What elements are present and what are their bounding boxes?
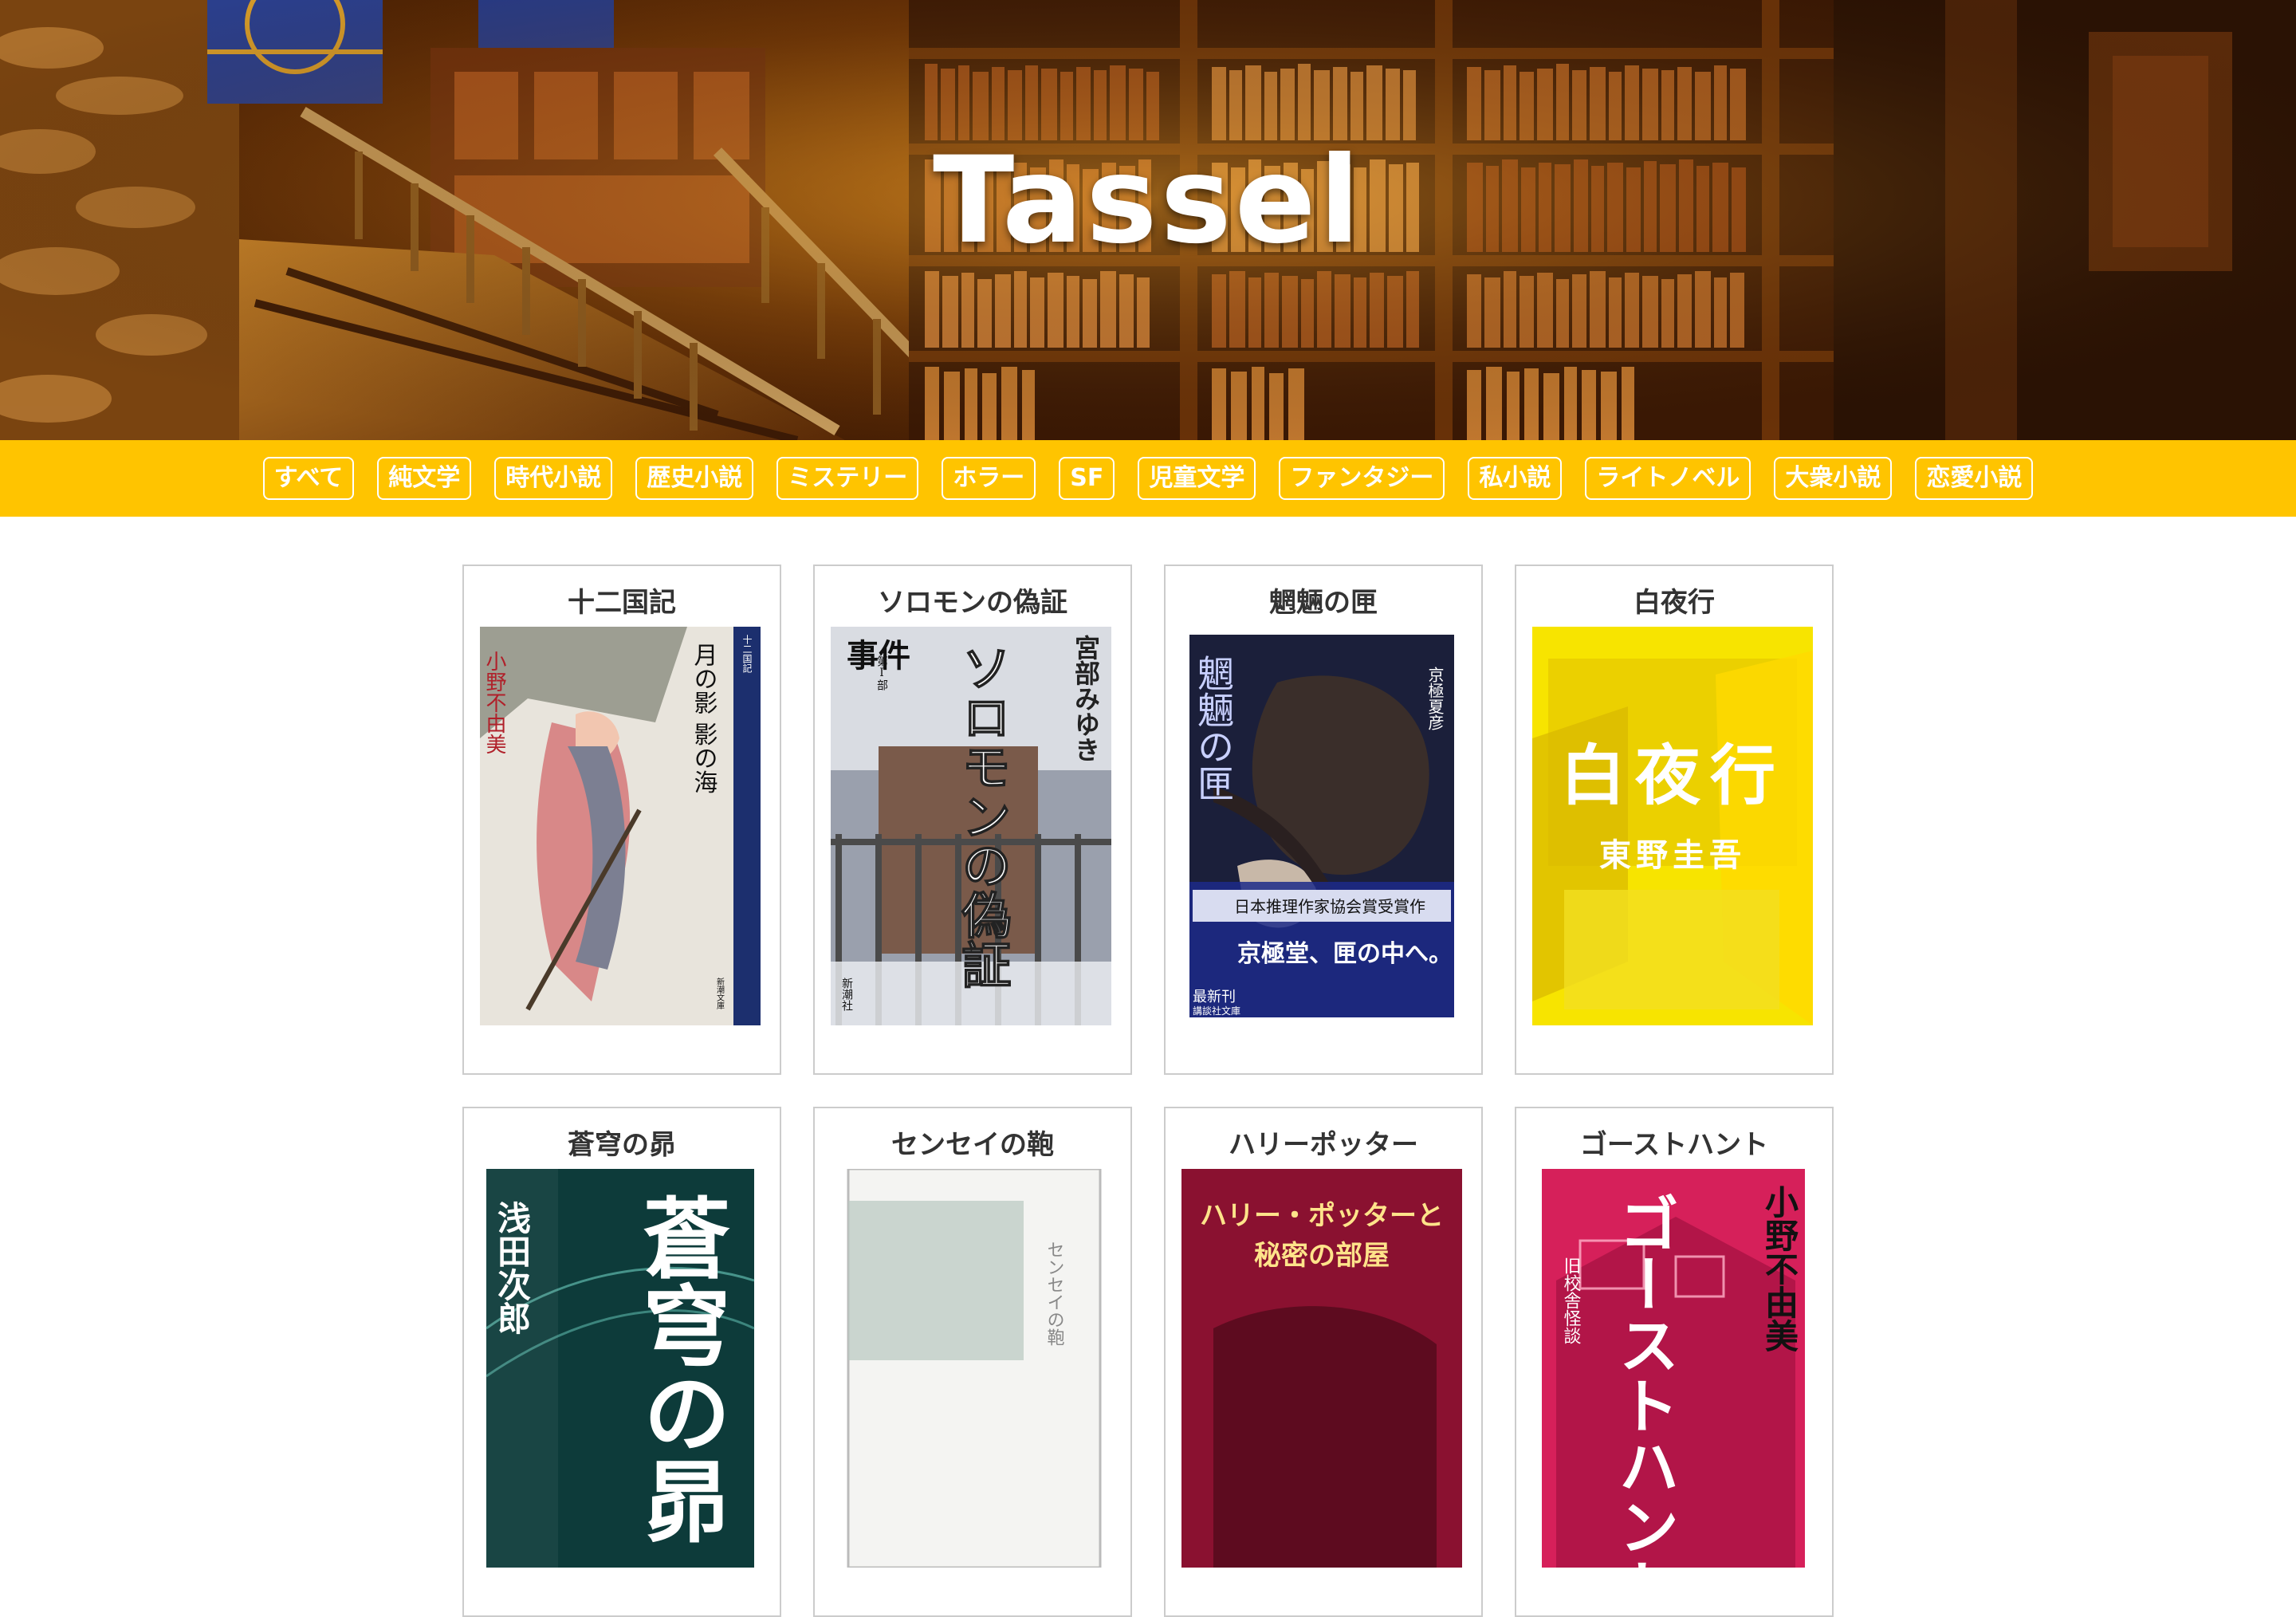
book-title: 白夜行 [1634,587,1715,619]
book-title: ソロモンの偽証 [878,587,1067,619]
book-cover: センセイの鞄 [831,1169,1111,1568]
cover-text: 白夜行 [1560,738,1785,814]
cover-text: 第Ⅰ部 [875,655,888,690]
category-sf[interactable]: SF [1059,457,1115,500]
category-i-novel[interactable]: 私小説 [1468,457,1563,500]
cover-text: 魍魎の匣 [1192,655,1235,801]
cover-text: 小野不由美 [482,651,506,754]
book-cover: ゴーストハント 小野不由美 旧校舎怪談 [1532,1169,1813,1568]
category-period-novel[interactable]: 時代小説 [494,457,613,500]
book-card[interactable]: 蒼穹の昴 浅田次郎 蒼穹の昴 [462,1107,781,1617]
book-title: 十二国記 [568,587,676,619]
book-title: 蒼穹の昴 [568,1129,676,1161]
hero-banner: Tassel [0,0,2296,440]
category-horror[interactable]: ホラー [942,457,1036,500]
category-childrens-literature[interactable]: 児童文学 [1138,457,1256,500]
category-historical-novel[interactable]: 歴史小説 [635,457,754,500]
cover-text: 小野不由美 [1760,1185,1799,1352]
book-cover: ソロモンの偽証 宮部みゆき 事件 第Ⅰ部 新潮社 [831,627,1111,1025]
cover-text: ゴーストハント [1609,1193,1680,1568]
category-light-novel[interactable]: ライトノベル [1585,457,1751,500]
book-grid: 十二国記 月の影 影の海 小野不由美 十二国記 新潮文庫 ソロモンの偽証 ソロモ… [462,565,1834,1617]
cover-text: ソロモンの偽証 [953,643,1012,989]
cover-text: 浅田次郎 [493,1201,532,1335]
cover-text: ハリー・ポッターと [1200,1200,1444,1232]
book-title: センセイの鞄 [891,1129,1054,1161]
book-card[interactable]: 白夜行 白夜行 東野圭吾 [1515,565,1834,1075]
cover-text: 十二国記 [741,635,753,673]
cover-text: 最新刊 [1193,989,1236,1005]
book-title: 魍魎の匣 [1269,587,1378,619]
book-card[interactable]: ハリーポッター ハリー・ポッターと 秘密の部屋 [1164,1107,1483,1617]
book-cover: 魍魎の匣 京極夏彦 日本推理作家協会賞受賞作 京極堂、匣の中へ。 最新刊 講談社… [1181,627,1462,1025]
site-title: Tassel [933,132,1363,270]
category-fantasy[interactable]: ファンタジー [1279,457,1445,500]
cover-text: 新潮社 [840,978,853,1011]
book-cover: 浅田次郎 蒼穹の昴 [480,1169,761,1568]
cover-text: センセイの鞄 [1044,1241,1065,1346]
cover-text: 京極堂、匣の中へ。 [1237,940,1453,968]
cover-text: 旧校舎怪談 [1561,1257,1582,1344]
cover-text: 新潮文庫 [715,977,725,1010]
category-all[interactable]: すべて [262,457,355,500]
cover-text: 東野圭吾 [1599,837,1746,874]
book-cover: ハリー・ポッターと 秘密の部屋 [1181,1169,1462,1568]
book-cover: 月の影 影の海 小野不由美 十二国記 新潮文庫 [480,627,761,1025]
cover-text: 宮部みゆき [1071,635,1101,762]
category-mystery[interactable]: ミステリー [776,457,919,500]
category-nav: すべて 純文学 時代小説 歴史小説 ミステリー ホラー SF 児童文学 ファンタ… [0,440,2296,517]
book-title: ハリーポッター [1229,1129,1418,1161]
book-card[interactable]: 魍魎の匣 魍魎の匣 京極夏彦 日本推理作家協会賞受賞作 京極堂、匣の中へ。 最新… [1164,565,1483,1075]
cover-text: 日本推理作家協会賞受賞作 [1234,897,1425,916]
cover-text: 蒼穹の昴 [628,1193,731,1544]
category-romance[interactable]: 恋愛小説 [1915,457,2034,500]
category-pure-literature[interactable]: 純文学 [377,457,472,500]
book-title: ゴーストハント [1579,1129,1769,1161]
category-popular-novel[interactable]: 大衆小説 [1774,457,1893,500]
book-card[interactable]: センセイの鞄 センセイの鞄 [813,1107,1132,1617]
cover-text: 京極夏彦 [1425,667,1445,730]
book-card[interactable]: 十二国記 月の影 影の海 小野不由美 十二国記 新潮文庫 [462,565,781,1075]
book-card[interactable]: ゴーストハント ゴーストハント 小野不由美 旧校舎怪談 [1515,1107,1834,1617]
book-cover: 白夜行 東野圭吾 [1532,627,1813,1025]
book-card[interactable]: ソロモンの偽証 ソロモンの偽証 宮部みゆき 事件 第Ⅰ部 新潮社 [813,565,1132,1075]
cover-text: 講談社文庫 [1193,1005,1240,1017]
cover-text: 秘密の部屋 [1254,1240,1390,1272]
cover-text: 月の影 影の海 [690,643,718,794]
